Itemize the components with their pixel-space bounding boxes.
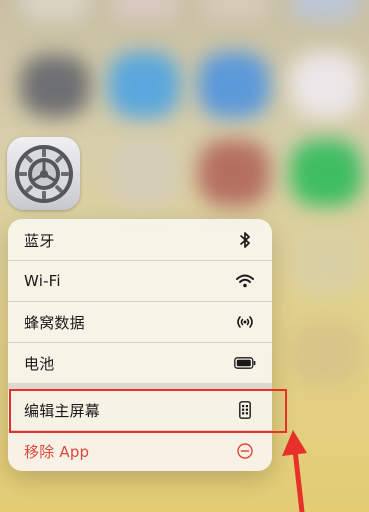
- menu-item-label: 电池: [24, 354, 55, 373]
- wifi-icon: [234, 270, 256, 292]
- blurred-app-icon: [20, 0, 90, 20]
- blurred-app-icon: [108, 52, 180, 118]
- menu-item-remove-app[interactable]: 移除 App: [8, 431, 272, 471]
- blurred-app-icon: [290, 0, 360, 20]
- menu-item-bluetooth[interactable]: 蓝牙: [8, 220, 272, 260]
- blurred-app-icon: [290, 320, 362, 386]
- blurred-app-icon: [290, 140, 362, 206]
- menu-item-label: 蓝牙: [24, 231, 55, 250]
- blurred-app-icon: [198, 140, 270, 206]
- cellular-icon: [234, 311, 256, 333]
- gear-icon: [14, 144, 73, 203]
- blurred-app-icon: [110, 0, 180, 20]
- minus-circle-icon: [234, 440, 256, 462]
- menu-item-label: 移除 App: [24, 442, 90, 461]
- menu-item-battery[interactable]: 电池: [8, 343, 272, 383]
- bluetooth-icon: [234, 229, 256, 251]
- menu-item-label: Wi-Fi: [24, 272, 61, 290]
- blurred-app-icon: [20, 55, 90, 117]
- blurred-app-icon: [198, 52, 270, 118]
- battery-icon: [234, 352, 256, 374]
- highlight-annotation-box: [9, 389, 287, 433]
- menu-item-label: 蜂窝数据: [24, 313, 85, 332]
- quick-actions-menu: 蓝牙 Wi-Fi 蜂窝数据 电池 编辑主屏幕 移除 App: [8, 219, 272, 471]
- blurred-app-icon: [290, 228, 362, 294]
- settings-app-icon[interactable]: [7, 137, 80, 210]
- blurred-app-icon: [200, 0, 270, 20]
- menu-item-wifi[interactable]: Wi-Fi: [8, 261, 272, 301]
- blurred-app-icon: [290, 52, 362, 118]
- blurred-app-icon: [108, 140, 180, 206]
- menu-item-cellular[interactable]: 蜂窝数据: [8, 302, 272, 342]
- annotation-arrow-icon: [282, 430, 307, 512]
